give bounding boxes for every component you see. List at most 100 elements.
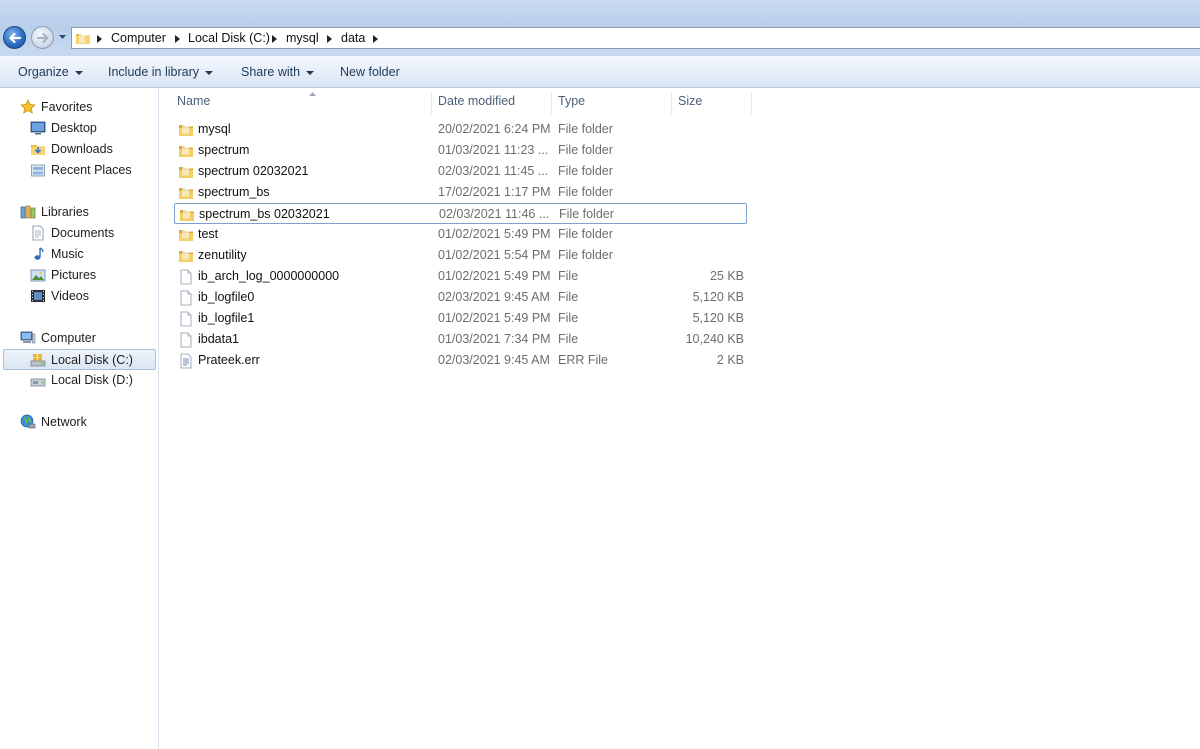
file-row[interactable]: mysql 20/02/2021 6:24 PM File folder — [174, 119, 747, 140]
file-row[interactable]: spectrum_bs 02032021 02/03/2021 11:46 ...… — [174, 203, 747, 224]
forward-button[interactable] — [31, 26, 54, 49]
breadcrumb-separator-icon[interactable] — [373, 35, 378, 43]
file-row[interactable]: ib_arch_log_0000000000 01/02/2021 5:49 PM… — [174, 266, 747, 287]
recent-places-icon — [31, 164, 45, 177]
file-type: File folder — [558, 227, 613, 241]
videos-icon — [31, 290, 45, 302]
sidebar-item-documents[interactable]: Documents — [30, 223, 150, 243]
file-row[interactable]: test 01/02/2021 5:49 PM File folder — [174, 224, 747, 245]
file-icon — [178, 269, 194, 288]
sidebar-item-recent-places[interactable]: Recent Places — [30, 160, 150, 180]
sidebar-item-label: Libraries — [41, 205, 89, 219]
chevron-down-icon — [205, 70, 214, 75]
column-header-label: Size — [678, 94, 703, 108]
sidebar-item-label: Downloads — [51, 142, 113, 156]
breadcrumb-separator-icon[interactable] — [175, 35, 180, 43]
file-row[interactable]: Prateek.err 02/03/2021 9:45 AM ERR File 2 K… — [174, 350, 747, 371]
column-header-date-modified[interactable]: Date modified — [432, 92, 552, 114]
file-row[interactable]: zenutility 01/02/2021 5:54 PM File folder — [174, 245, 747, 266]
breadcrumb-mysql[interactable]: mysql — [286, 31, 319, 45]
file-size: 25 KB — [709, 269, 744, 283]
file-type: File — [558, 311, 579, 325]
libraries-icon — [20, 205, 36, 219]
file-type: ERR File — [558, 353, 609, 367]
sidebar-item-libraries[interactable]: Libraries — [20, 202, 150, 222]
forward-arrow-icon — [36, 32, 49, 44]
file-name: test — [198, 227, 219, 241]
file-row[interactable]: ib_logfile1 01/02/2021 5:49 PM File 5,120 K… — [174, 308, 747, 329]
organize-button[interactable]: Organize — [18, 65, 83, 79]
column-header-size[interactable]: Size — [672, 92, 752, 114]
file-size: 10,240 KB — [685, 332, 744, 346]
drive-icon — [30, 378, 46, 387]
file-date-modified: 01/03/2021 11:23 ... — [438, 143, 549, 157]
file-name: spectrum — [198, 143, 250, 157]
file-date-modified: 17/02/2021 1:17 PM — [438, 185, 551, 199]
breadcrumb-separator-icon[interactable] — [327, 35, 332, 43]
sidebar-item-desktop[interactable]: Desktop — [30, 118, 150, 138]
file-row[interactable]: spectrum 02032021 02/03/2021 11:45 ... Fil… — [174, 161, 747, 182]
file-name: Prateek.err — [198, 353, 260, 367]
file-row[interactable]: spectrum_bs 17/02/2021 1:17 PM File folder — [174, 182, 747, 203]
file-date-modified: 01/02/2021 5:49 PM — [438, 269, 551, 283]
file-row[interactable]: ib_logfile0 02/03/2021 9:45 AM File 5,120 K… — [174, 287, 747, 308]
file-icon — [178, 311, 194, 330]
breadcrumb-separator-icon[interactable] — [97, 35, 102, 43]
file-date-modified: 01/02/2021 5:54 PM — [438, 248, 551, 262]
drive-icon — [30, 354, 46, 367]
folder-icon — [76, 33, 90, 44]
file-type: File — [558, 269, 579, 283]
folder-icon — [178, 164, 194, 183]
sidebar-item-label: Local Disk (C:) — [51, 353, 133, 367]
documents-icon — [32, 225, 44, 241]
sidebar-item-network[interactable]: Network — [20, 412, 150, 432]
network-icon — [20, 414, 36, 429]
sidebar-item-label: Music — [51, 247, 84, 261]
file-date-modified: 02/03/2021 11:45 ... — [438, 164, 549, 178]
sidebar-item-downloads[interactable]: Downloads — [30, 139, 150, 159]
file-row[interactable]: ibdata1 01/03/2021 7:34 PM File 10,240 KB — [174, 329, 747, 350]
back-button[interactable] — [3, 26, 26, 49]
recent-pages-dropdown-icon[interactable] — [58, 34, 67, 40]
breadcrumb-computer[interactable]: Computer — [111, 31, 166, 45]
file-date-modified: 02/03/2021 11:46 ... — [439, 207, 550, 221]
sidebar-item-local-disk-c[interactable]: Local Disk (C:) — [3, 349, 156, 370]
address-bar[interactable]: Computer Local Disk (C:) mysql data — [71, 27, 1200, 49]
share-with-button[interactable]: Share with — [241, 65, 315, 79]
column-header-name[interactable]: Name — [171, 92, 432, 114]
file-icon — [178, 290, 194, 309]
column-header-type[interactable]: Type — [552, 92, 672, 114]
column-header-label: Type — [558, 94, 586, 108]
folder-icon — [178, 227, 194, 246]
breadcrumb-local-disk-c[interactable]: Local Disk (C:) — [188, 31, 270, 45]
chevron-down-icon — [306, 70, 315, 75]
sidebar-item-pictures[interactable]: Pictures — [30, 265, 150, 285]
include-in-library-label: Include in library — [108, 65, 200, 79]
file-type: File folder — [558, 164, 613, 178]
sort-ascending-icon — [309, 92, 316, 96]
file-type: File folder — [559, 207, 614, 221]
include-in-library-button[interactable]: Include in library — [108, 65, 214, 79]
breadcrumb-separator-icon[interactable] — [272, 35, 277, 43]
file-name: zenutility — [198, 248, 247, 262]
file-date-modified: 02/03/2021 9:45 AM — [438, 290, 550, 304]
sidebar-item-computer[interactable]: Computer — [20, 328, 150, 348]
sidebar-item-music[interactable]: Music — [30, 244, 150, 264]
computer-icon — [20, 331, 36, 344]
file-row[interactable]: spectrum 01/03/2021 11:23 ... File folder — [174, 140, 747, 161]
sidebar-item-local-disk-d[interactable]: Local Disk (D:) — [30, 370, 150, 390]
file-name: spectrum_bs 02032021 — [199, 207, 330, 221]
text-file-icon — [178, 353, 194, 372]
sidebar-item-favorites[interactable]: Favorites — [20, 97, 150, 117]
music-icon — [34, 247, 44, 260]
file-name: ib_logfile0 — [198, 290, 255, 304]
star-icon — [20, 99, 36, 114]
new-folder-button[interactable]: New folder — [340, 65, 400, 79]
file-icon — [178, 332, 194, 351]
file-type: File folder — [558, 185, 613, 199]
sidebar-item-label: Recent Places — [51, 163, 132, 177]
pictures-icon — [30, 269, 46, 282]
breadcrumb-data[interactable]: data — [341, 31, 365, 45]
sidebar-item-label: Pictures — [51, 268, 97, 282]
sidebar-item-videos[interactable]: Videos — [30, 286, 150, 306]
